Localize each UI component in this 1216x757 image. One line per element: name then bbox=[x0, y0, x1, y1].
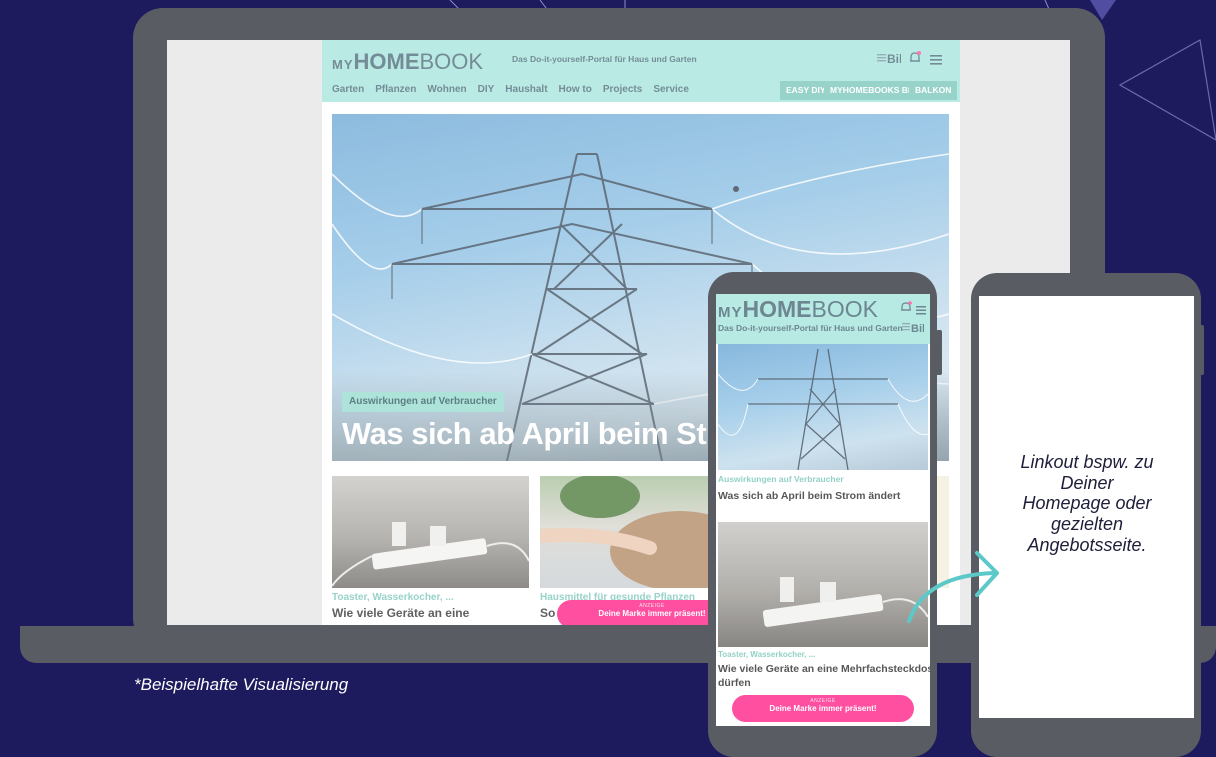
linkout-line-1: Linkout bspw. zu bbox=[1020, 452, 1154, 472]
phone-ad-text: Deine Marke immer präsent! bbox=[769, 704, 877, 713]
phone-screen-left: MYHOMEBOOK Das Do-it-yourself-Portal für… bbox=[716, 294, 930, 726]
phone-right-side-button bbox=[1198, 325, 1204, 375]
arrow-icon bbox=[907, 551, 999, 623]
caption: *Beispielhafte Visualisierung bbox=[134, 675, 349, 694]
linkout-line-3: Homepage oder bbox=[1022, 493, 1152, 514]
linkout-line-5: Angebotsseite. bbox=[1027, 534, 1147, 555]
phone-ad-label: ANZEIGE bbox=[810, 698, 836, 704]
phone-side-button bbox=[936, 330, 942, 375]
phone-screen-overlay bbox=[716, 294, 930, 726]
ad-button-phone[interactable]: ANZEIGE Deine Marke immer präsent! bbox=[732, 695, 914, 722]
linkout-text: Linkout bspw. zu Deiner Homepage oder ge… bbox=[987, 452, 1187, 555]
linkout-line-4: gezielten bbox=[1050, 514, 1124, 535]
linkout-line-2: Deiner bbox=[1060, 472, 1114, 493]
